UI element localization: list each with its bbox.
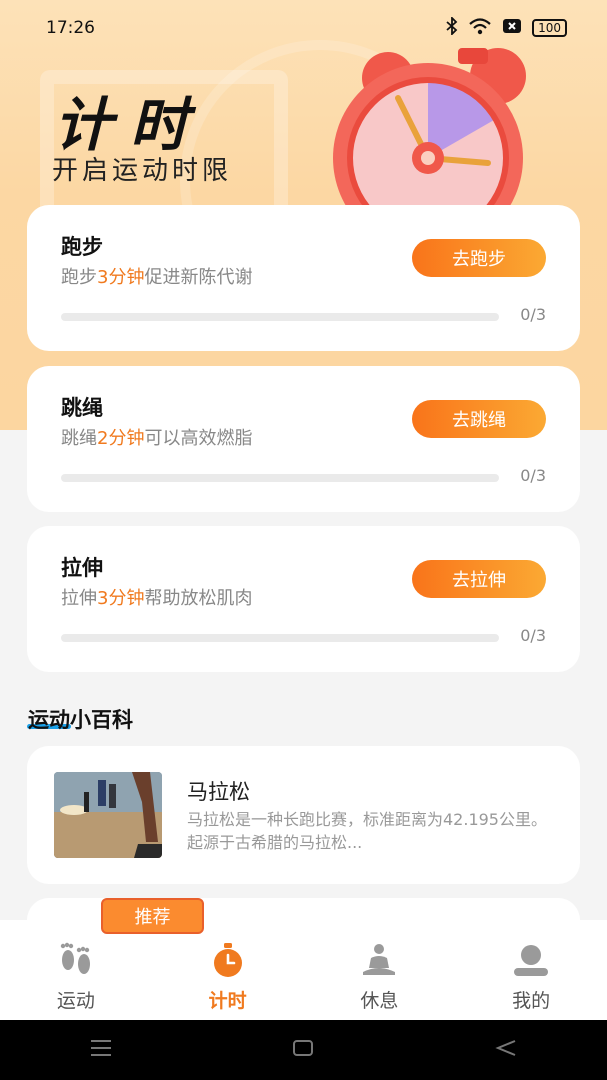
- article-card-marathon[interactable]: 马拉松 马拉松是一种长跑比赛，标准距离为42.195公里。起源于古希腊的马拉松.…: [27, 746, 580, 884]
- meditation-icon: [359, 940, 399, 980]
- task-title: 跳绳: [61, 396, 103, 420]
- tab-profile[interactable]: 我的: [455, 920, 607, 1020]
- page-subtitle: 开启运动时限: [52, 156, 233, 186]
- status-icons: 100: [446, 15, 567, 39]
- tab-label: 运动: [56, 990, 95, 1012]
- progress-bar: [61, 634, 499, 642]
- back-icon[interactable]: [495, 1039, 517, 1061]
- tab-label: 我的: [512, 990, 551, 1012]
- go-running-button[interactable]: 去跑步: [412, 239, 546, 277]
- wifi-icon: [468, 17, 492, 39]
- progress-bar: [61, 313, 499, 321]
- bluetooth-icon: [446, 15, 458, 39]
- task-card-jump-rope: 跳绳 跳绳2分钟可以高效燃脂 去跳绳 0/3: [27, 366, 580, 512]
- article-title: 马拉松: [187, 780, 250, 804]
- task-description: 拉伸3分钟帮助放松肌肉: [61, 588, 253, 609]
- tab-exercise[interactable]: 运动: [0, 920, 152, 1020]
- progress-count: 0/3: [520, 305, 546, 324]
- tab-timer[interactable]: 计时: [152, 920, 304, 1020]
- tab-rest[interactable]: 休息: [304, 920, 456, 1020]
- go-jump-rope-button[interactable]: 去跳绳: [412, 400, 546, 438]
- status-time: 17:26: [46, 18, 95, 38]
- system-navigation-bar: [0, 1020, 607, 1080]
- progress-count: 0/3: [520, 626, 546, 645]
- stopwatch-icon: [208, 940, 248, 980]
- tab-label: 计时: [208, 990, 247, 1012]
- task-description: 跑步3分钟促进新陈代谢: [61, 267, 253, 288]
- task-card-stretching: 拉伸 拉伸3分钟帮助放松肌肉 去拉伸 0/3: [27, 526, 580, 672]
- home-icon[interactable]: [292, 1039, 314, 1061]
- progress-count: 0/3: [520, 466, 546, 485]
- task-title: 拉伸: [61, 556, 103, 580]
- battery-indicator: 100: [532, 19, 567, 37]
- task-description: 跳绳2分钟可以高效燃脂: [61, 428, 253, 449]
- footprints-icon: [56, 940, 96, 980]
- tab-label: 休息: [360, 990, 399, 1012]
- task-title: 跑步: [61, 235, 103, 259]
- alarm-clock-illustration: [318, 38, 558, 253]
- go-stretching-button[interactable]: 去拉伸: [412, 560, 546, 598]
- progress-bar: [61, 474, 499, 482]
- section-title: 运动小百科: [28, 708, 133, 732]
- task-card-running: 跑步 跑步3分钟促进新陈代谢 去跑步 0/3: [27, 205, 580, 351]
- article-description: 马拉松是一种长跑比赛，标准距离为42.195公里。起源于古希腊的马拉松...: [187, 810, 547, 852]
- recommend-badge: 推荐: [101, 898, 204, 934]
- bottom-tab-bar: 运动 计时 休息 我的: [0, 920, 607, 1020]
- profile-icon: [511, 940, 551, 980]
- menu-icon[interactable]: [90, 1039, 112, 1061]
- marathon-thumbnail: [54, 772, 162, 858]
- no-sim-icon: [502, 18, 522, 38]
